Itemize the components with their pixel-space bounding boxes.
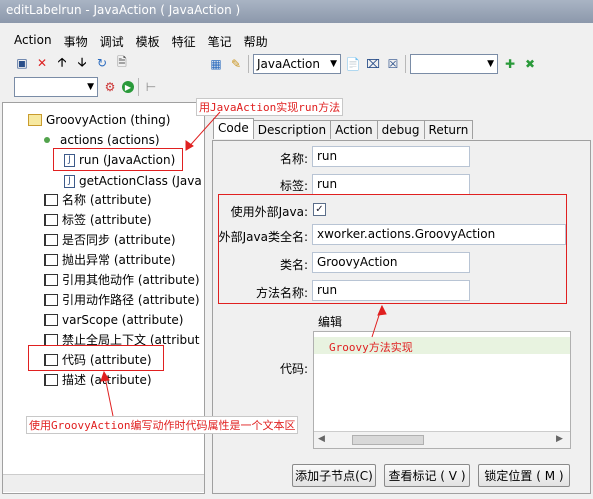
use-external-java-label: 使用外部Java: bbox=[230, 205, 308, 219]
menu-transaction[interactable]: 事物 bbox=[62, 32, 90, 50]
attribute-icon bbox=[44, 354, 58, 366]
label-label: 标签: bbox=[279, 179, 308, 193]
tree-item-actions[interactable]: actions (actions) bbox=[40, 131, 160, 149]
small-combo[interactable]: ▼ bbox=[410, 54, 498, 74]
class-name-input[interactable]: GroovyAction bbox=[312, 252, 470, 273]
tree-attr[interactable]: 禁止全局上下文 (attribut bbox=[44, 331, 202, 349]
tree-attr[interactable]: 名称 (attribute) bbox=[44, 191, 152, 209]
play-icon[interactable]: ▶ bbox=[122, 81, 134, 93]
menu-debug[interactable]: 调试 bbox=[98, 32, 126, 50]
tab-bar: Code Description Action debug Return bbox=[213, 118, 474, 139]
tab-debug[interactable]: debug bbox=[376, 120, 425, 139]
toolbar-left-row2: ▼ ⚙ ▶ ⊢ bbox=[14, 77, 159, 97]
editor-horizontal-scrollbar[interactable]: ◀ ▶ bbox=[314, 431, 570, 448]
tree-attr-code[interactable]: 代码 (attribute) bbox=[44, 351, 152, 369]
annotation-text-middle: Groovy方法实现 bbox=[329, 341, 413, 354]
tree-attr[interactable]: varScope (attribute) bbox=[44, 311, 183, 329]
attribute-icon bbox=[44, 314, 58, 326]
add-child-button[interactable]: 添加子节点(C) bbox=[292, 464, 376, 487]
tree-attr[interactable]: 标签 (attribute) bbox=[44, 211, 152, 229]
toolbar-separator bbox=[138, 78, 139, 96]
tree-attr[interactable]: 引用动作路径 (attribute) bbox=[44, 291, 200, 309]
tree-item-get-action-class[interactable]: J getActionClass (Java bbox=[64, 172, 202, 190]
java-file-icon: J bbox=[64, 174, 75, 188]
java-file-icon: J bbox=[64, 153, 75, 167]
arrow-down-icon[interactable]: 🡣 bbox=[74, 55, 90, 71]
editor-header: 编辑 bbox=[318, 315, 343, 329]
toolbar-separator-2 bbox=[248, 55, 249, 73]
menu-help[interactable]: 帮助 bbox=[242, 32, 270, 50]
toolbar-right: ▦ ✎ JavaAction ▼ 📄 ⌧ ☒ ▼ ✚ ✖ bbox=[208, 54, 538, 74]
external-class-label: 外部Java类全名: bbox=[218, 230, 308, 244]
toolbar-separator-3 bbox=[405, 55, 406, 73]
tab-description[interactable]: Description bbox=[252, 120, 332, 139]
menu-bar: Action 事物 调试 模板 特征 笔记 帮助 bbox=[12, 32, 270, 50]
add-green-icon[interactable]: ✚ bbox=[502, 56, 518, 72]
view-mark-button[interactable]: 查看标记 ( V ) bbox=[384, 464, 470, 487]
attribute-icon bbox=[44, 214, 58, 226]
tree-attr[interactable]: 抛出异常 (attribute) bbox=[44, 251, 176, 269]
menu-notes[interactable]: 笔记 bbox=[206, 32, 234, 50]
tab-action[interactable]: Action bbox=[330, 120, 378, 139]
lock-position-button[interactable]: 锁定位置 ( M ) bbox=[478, 464, 570, 487]
tree-root[interactable]: GroovyAction (thing) bbox=[28, 111, 170, 129]
close-desc-icon[interactable]: ☒ bbox=[385, 56, 401, 72]
method-name-input[interactable]: run bbox=[312, 280, 470, 301]
open-desc-icon[interactable]: 📄 bbox=[345, 56, 361, 72]
tree-attr[interactable]: 描述 (attribute) bbox=[44, 371, 152, 389]
toolbar-left: ▣ ✕ 🡡 🡣 ↻ 🗎 bbox=[14, 55, 130, 71]
refresh-icon[interactable]: ↻ bbox=[94, 55, 110, 71]
note-icon[interactable]: ✎ bbox=[228, 56, 244, 72]
attribute-icon bbox=[44, 374, 58, 386]
annotation-text-bottom: 使用GroovyAction编写动作时代码属性是一个文本区 bbox=[26, 416, 299, 434]
tree-item-run[interactable]: J run (JavaAction) bbox=[64, 151, 175, 169]
empty-combo[interactable]: ▼ bbox=[14, 77, 98, 97]
menu-action[interactable]: Action bbox=[12, 32, 54, 50]
attribute-icon bbox=[44, 194, 58, 206]
table-icon bbox=[28, 114, 42, 126]
attribute-icon bbox=[44, 234, 58, 246]
outline-icon[interactable]: ▦ bbox=[208, 56, 224, 72]
tab-return[interactable]: Return bbox=[423, 120, 474, 139]
external-class-input[interactable]: xworker.actions.GroovyAction bbox=[312, 224, 566, 245]
name-label: 名称: bbox=[279, 152, 308, 166]
arrow-up-icon[interactable]: 🡡 bbox=[54, 55, 70, 71]
window-title: editLabelrun - JavaAction ( JavaAction ) bbox=[0, 0, 593, 23]
dot-icon bbox=[44, 137, 50, 143]
save-icon[interactable]: ▣ bbox=[14, 55, 30, 71]
code-label: 代码: bbox=[279, 362, 308, 376]
attribute-icon bbox=[44, 294, 58, 306]
menu-template[interactable]: 模板 bbox=[134, 32, 162, 50]
remove-green-icon[interactable]: ✖ bbox=[522, 56, 538, 72]
use-external-java-checkbox[interactable]: ✓ bbox=[313, 203, 326, 216]
tab-code[interactable]: Code bbox=[213, 118, 254, 139]
delete-icon[interactable]: ✕ bbox=[34, 55, 50, 71]
run-debug-icon[interactable]: ⚙ bbox=[102, 79, 118, 95]
scroll-right-icon[interactable]: ▶ bbox=[556, 434, 563, 444]
attribute-icon bbox=[44, 334, 58, 346]
label-input[interactable]: run bbox=[312, 174, 470, 195]
scroll-thumb[interactable] bbox=[352, 435, 424, 445]
tree-attr[interactable]: 是否同步 (attribute) bbox=[44, 231, 176, 249]
tool-icon[interactable]: ⊢ bbox=[143, 79, 159, 95]
remove-desc-icon[interactable]: ⌧ bbox=[365, 56, 381, 72]
tree-horizontal-scrollbar[interactable] bbox=[3, 474, 204, 492]
java-action-combo[interactable]: JavaAction ▼ bbox=[253, 54, 341, 74]
attribute-icon bbox=[44, 274, 58, 286]
class-name-label: 类名: bbox=[279, 258, 308, 272]
menu-feature[interactable]: 特征 bbox=[170, 32, 198, 50]
annotation-text-top: 用JavaAction实现run方法 bbox=[196, 98, 344, 116]
tree-attr[interactable]: 引用其他动作 (attribute) bbox=[44, 271, 200, 289]
scroll-left-icon[interactable]: ◀ bbox=[318, 434, 325, 444]
method-name-label: 方法名称: bbox=[255, 286, 308, 300]
name-input[interactable]: run bbox=[312, 146, 470, 167]
document-icon[interactable]: 🗎 bbox=[114, 55, 130, 71]
attribute-icon bbox=[44, 254, 58, 266]
